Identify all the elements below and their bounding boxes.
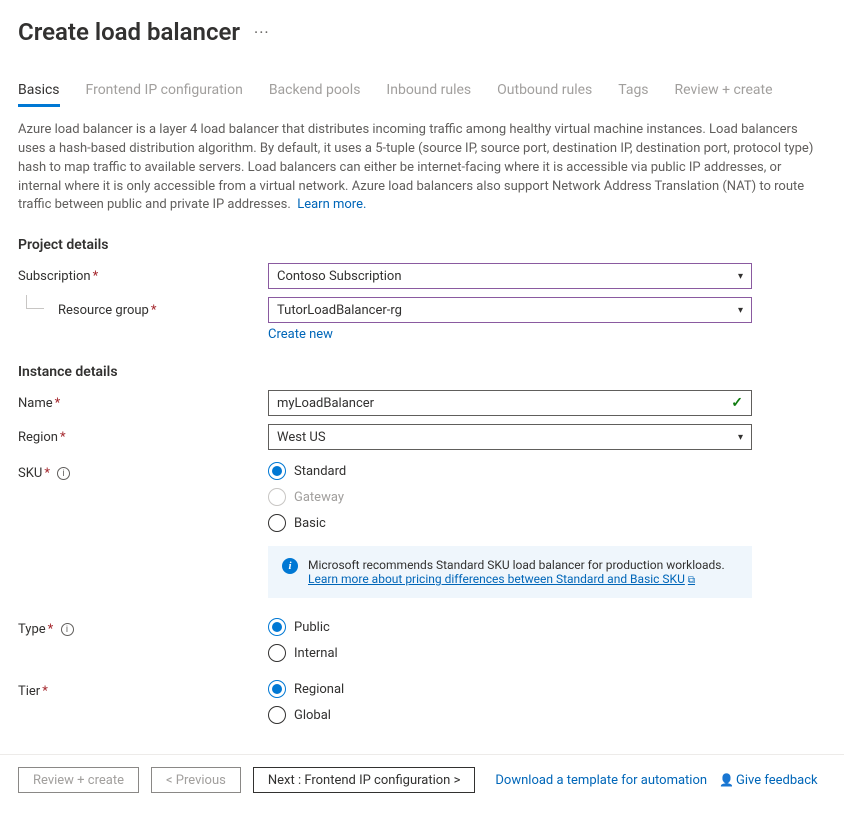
footer-bar: Review + create < Previous Next : Fronte… (0, 754, 844, 805)
sku-standard-radio[interactable]: Standard (268, 462, 752, 480)
subscription-select[interactable]: Contoso Subscription ▾ (268, 263, 752, 289)
resource-group-label: Resource group* (18, 297, 268, 318)
tab-outbound-rules[interactable]: Outbound rules (497, 82, 592, 107)
review-create-button[interactable]: Review + create (18, 767, 139, 793)
description-text: Azure load balancer is a layer 4 load ba… (18, 121, 826, 215)
type-public-radio[interactable]: Public (268, 618, 752, 636)
chevron-down-icon: ▾ (738, 432, 743, 443)
download-template-link[interactable]: Download a template for automation (495, 773, 707, 788)
info-icon[interactable]: i (57, 467, 70, 480)
check-icon: ✓ (731, 395, 743, 411)
create-new-link[interactable]: Create new (268, 327, 333, 342)
learn-more-link[interactable]: Learn more. (297, 197, 366, 212)
tab-tags[interactable]: Tags (618, 82, 648, 107)
tier-label: Tier* (18, 678, 268, 699)
type-label: Type* i (18, 616, 268, 637)
external-link-icon: ⧉ (688, 575, 695, 586)
sku-label: SKU* i (18, 460, 268, 481)
name-label: Name* (18, 390, 268, 411)
sku-pricing-link[interactable]: Learn more about pricing differences bet… (308, 572, 695, 586)
tier-global-radio[interactable]: Global (268, 706, 752, 724)
name-input[interactable]: myLoadBalancer ✓ (268, 390, 752, 416)
previous-button[interactable]: < Previous (151, 767, 241, 793)
subscription-label: Subscription* (18, 263, 268, 284)
info-icon[interactable]: i (61, 623, 74, 636)
page-title: Create load balancer (18, 18, 240, 46)
chevron-down-icon: ▾ (738, 271, 743, 282)
tab-review-create[interactable]: Review + create (675, 82, 773, 107)
sku-basic-radio[interactable]: Basic (268, 514, 752, 532)
tab-basics[interactable]: Basics (18, 82, 60, 107)
tab-frontend-ip[interactable]: Frontend IP configuration (86, 82, 243, 107)
feedback-icon: 👤 (719, 773, 734, 787)
tabs: Basics Frontend IP configuration Backend… (18, 82, 826, 107)
project-details-heading: Project details (18, 237, 826, 253)
sku-info-box: i Microsoft recommends Standard SKU load… (268, 546, 752, 598)
tab-inbound-rules[interactable]: Inbound rules (386, 82, 471, 107)
more-icon[interactable]: ··· (254, 23, 270, 42)
resource-group-select[interactable]: TutorLoadBalancer-rg ▾ (268, 297, 752, 323)
sku-gateway-radio: Gateway (268, 488, 752, 506)
tab-backend-pools[interactable]: Backend pools (269, 82, 361, 107)
next-button[interactable]: Next : Frontend IP configuration > (253, 767, 476, 793)
region-label: Region* (18, 424, 268, 445)
tier-regional-radio[interactable]: Regional (268, 680, 752, 698)
instance-details-heading: Instance details (18, 364, 826, 380)
info-icon: i (282, 558, 298, 574)
region-select[interactable]: West US ▾ (268, 424, 752, 450)
chevron-down-icon: ▾ (738, 305, 743, 316)
type-internal-radio[interactable]: Internal (268, 644, 752, 662)
give-feedback-link[interactable]: 👤Give feedback (719, 773, 818, 788)
